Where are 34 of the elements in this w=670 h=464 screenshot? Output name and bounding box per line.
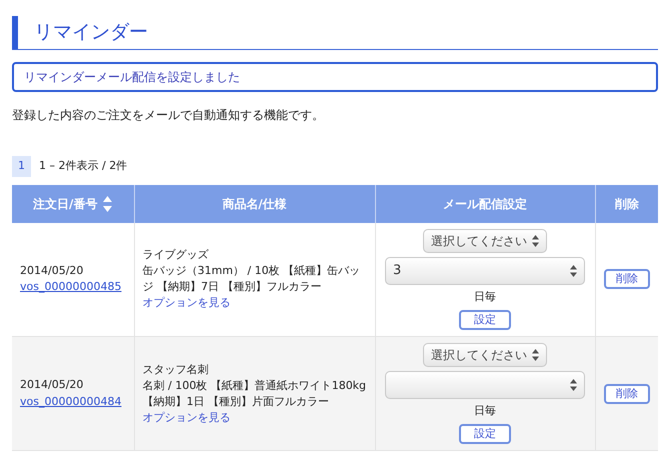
interval-select[interactable]: [385, 371, 585, 400]
product-spec: 名刺 / 100枚 【紙種】普通紙ホワイト180kg 【納期】1日 【種別】片面フルカラー: [142, 378, 366, 410]
page-link[interactable]: 1: [12, 156, 31, 176]
product-name: スタッフ名刺: [142, 362, 210, 378]
order-date: 2014/05/20: [20, 262, 84, 279]
description: 登録した内容のご注文をメールで自動通知する機能です。: [12, 107, 325, 124]
message-text: リマインダーメール配信を設定しました: [24, 69, 240, 86]
order-number-link[interactable]: vos_00000000485: [20, 280, 122, 294]
sort-icon[interactable]: [103, 196, 112, 212]
select-arrow-icon: [570, 379, 577, 392]
column-header: メール配信設定: [443, 196, 527, 212]
option-link[interactable]: オプションを見る: [142, 410, 366, 426]
page-title: リマインダー: [33, 20, 148, 45]
set-button[interactable]: 設定: [459, 310, 511, 330]
set-button[interactable]: 設定: [459, 424, 511, 444]
schedule-select[interactable]: 選択してください: [423, 229, 547, 253]
delete-button[interactable]: 削除: [604, 269, 650, 290]
heading-accent-bar: [12, 16, 18, 49]
interval-unit: 日毎: [474, 403, 496, 420]
select-arrow-icon: [570, 265, 577, 277]
product-name: ライブグッズ: [142, 247, 210, 264]
order-date: 2014/05/20: [20, 377, 84, 393]
option-link[interactable]: オプションを見る: [142, 295, 366, 312]
order-number-link[interactable]: vos_00000000484: [20, 394, 122, 408]
delete-button[interactable]: 削除: [604, 384, 650, 404]
select-arrow-icon: [532, 235, 539, 247]
interval-select[interactable]: 3: [385, 257, 585, 285]
interval-unit: 日毎: [474, 289, 496, 305]
column-header: 削除: [614, 196, 639, 212]
select-arrow-icon: [532, 349, 539, 362]
result-count: 1 – 2件表示 / 2件: [39, 158, 128, 174]
column-header: 商品名/仕様: [222, 196, 287, 212]
schedule-select[interactable]: 選択してください: [423, 343, 547, 368]
product-spec: 缶バッジ（31mm） / 10枚 【紙種】缶バッジ 【納期】7日 【種別】フルカラー: [142, 263, 362, 296]
